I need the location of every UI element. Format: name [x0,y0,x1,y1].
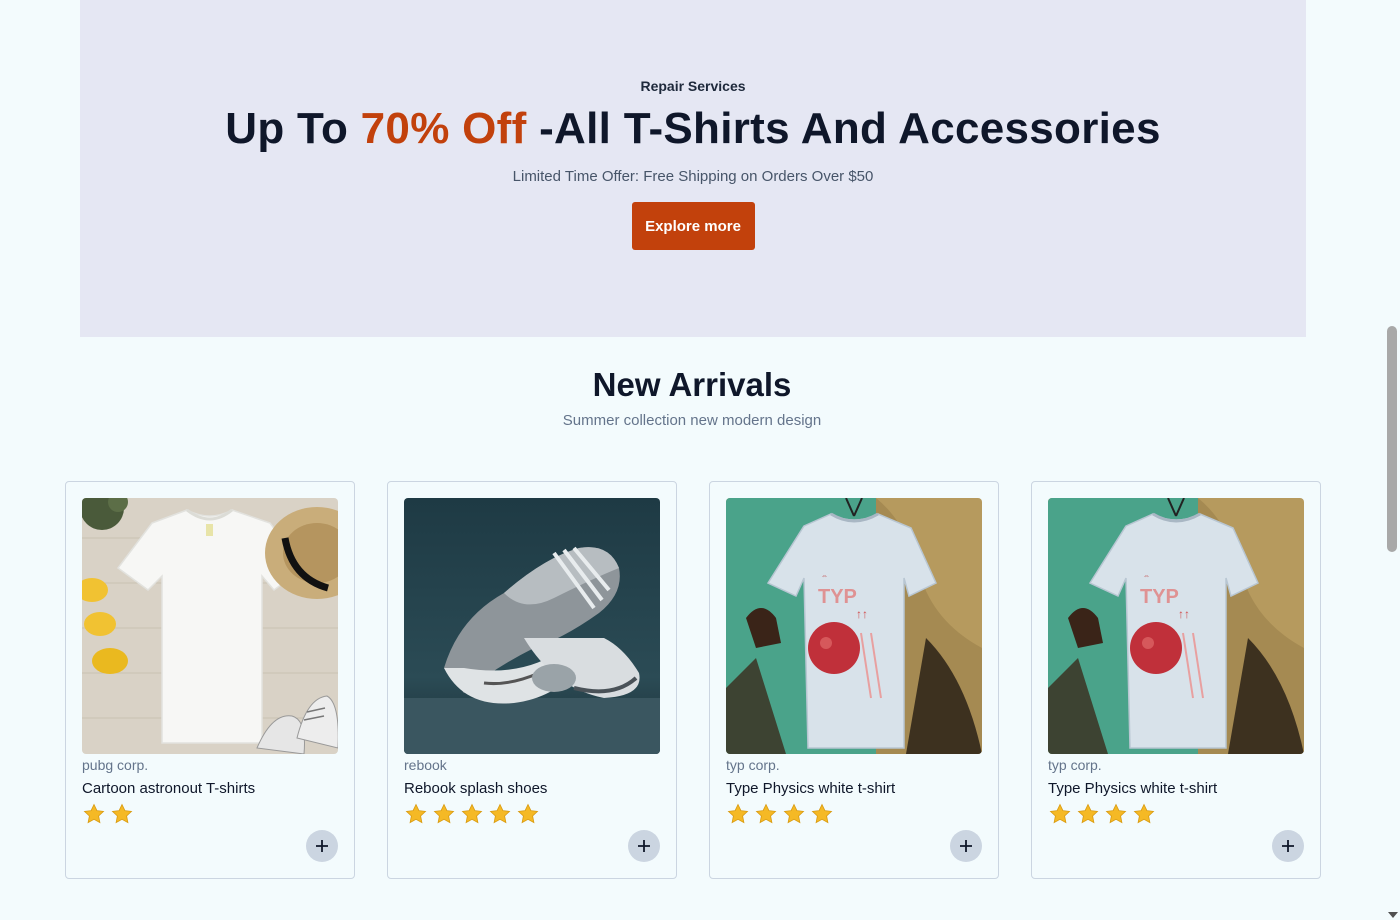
star-icon [1049,803,1071,824]
product-image[interactable]: ⇔ TYP ↑↑ [1048,498,1304,754]
new-arrivals-header: New Arrivals Summer collection new moder… [0,366,1384,429]
product-brand: typ corp. [726,757,780,773]
product-card[interactable]: pubg corp. Cartoon astronout T-shirts [65,481,355,879]
plus-icon [960,840,972,852]
product-title[interactable]: Cartoon astronout T-shirts [82,780,255,797]
star-icon [433,803,455,824]
star-icon [405,803,427,824]
star-icon [111,803,133,824]
plus-icon [638,840,650,852]
svg-text:↑↑: ↑↑ [856,607,868,621]
svg-text:TYP: TYP [1140,586,1179,608]
star-icon [811,803,833,824]
product-card[interactable]: rebook Rebook splash shoes [387,481,677,879]
add-to-cart-button[interactable] [1272,830,1304,862]
product-title[interactable]: Rebook splash shoes [404,780,547,797]
star-icon [727,803,749,824]
product-brand: rebook [404,757,447,773]
plus-icon [1282,840,1294,852]
product-card[interactable]: ⇔ TYP ↑↑ typ corp. Type Physics white t-… [709,481,999,879]
star-icon [489,803,511,824]
section-title: New Arrivals [592,366,792,403]
product-image[interactable]: ⇔ TYP ↑↑ [726,498,982,754]
add-to-cart-button[interactable] [628,830,660,862]
svg-text:⇔: ⇔ [821,573,828,580]
product-card[interactable]: ⇔ TYP ↑↑ typ corp. Type Physics white t-… [1031,481,1321,879]
rating-stars [726,802,834,826]
star-icon [1105,803,1127,824]
product-image[interactable] [82,498,338,754]
headline-suffix: -All T-Shirts And Accessories [526,104,1161,153]
star-icon [83,803,105,824]
product-image[interactable] [404,498,660,754]
add-to-cart-button[interactable] [950,830,982,862]
product-brand: typ corp. [1048,757,1102,773]
page: Repair Services Up To 70% Off -All T-Shi… [0,0,1400,920]
star-icon [1133,803,1155,824]
product-title[interactable]: Type Physics white t-shirt [1048,780,1217,797]
page-scrollbar[interactable] [1384,0,1400,920]
star-icon [755,803,777,824]
plus-icon [316,840,328,852]
product-brand: pubg corp. [82,757,149,773]
product-title[interactable]: Type Physics white t-shirt [726,780,895,797]
banner-eyebrow: Repair Services [640,78,746,94]
scrollbar-thumb[interactable] [1387,326,1397,552]
headline-accent: 70% Off [360,104,527,153]
star-icon [783,803,805,824]
scroll-down-arrow-icon[interactable] [1388,912,1398,918]
add-to-cart-button[interactable] [306,830,338,862]
svg-text:TYP: TYP [818,586,857,608]
svg-text:⇔: ⇔ [1143,573,1150,580]
headline-prefix: Up To [225,104,361,153]
rating-stars [82,802,134,826]
svg-text:↑↑: ↑↑ [1178,607,1190,621]
banner-headline: Up To 70% Off -All T-Shirts And Accessor… [225,104,1160,154]
star-icon [461,803,483,824]
star-icon [517,803,539,824]
promo-banner: Repair Services Up To 70% Off -All T-Shi… [80,0,1306,337]
star-icon [1077,803,1099,824]
rating-stars [1048,802,1156,826]
banner-subtitle: Limited Time Offer: Free Shipping on Ord… [512,168,874,185]
rating-stars [404,802,540,826]
section-subtitle: Summer collection new modern design [562,412,822,429]
explore-more-button[interactable]: Explore more [631,202,755,250]
